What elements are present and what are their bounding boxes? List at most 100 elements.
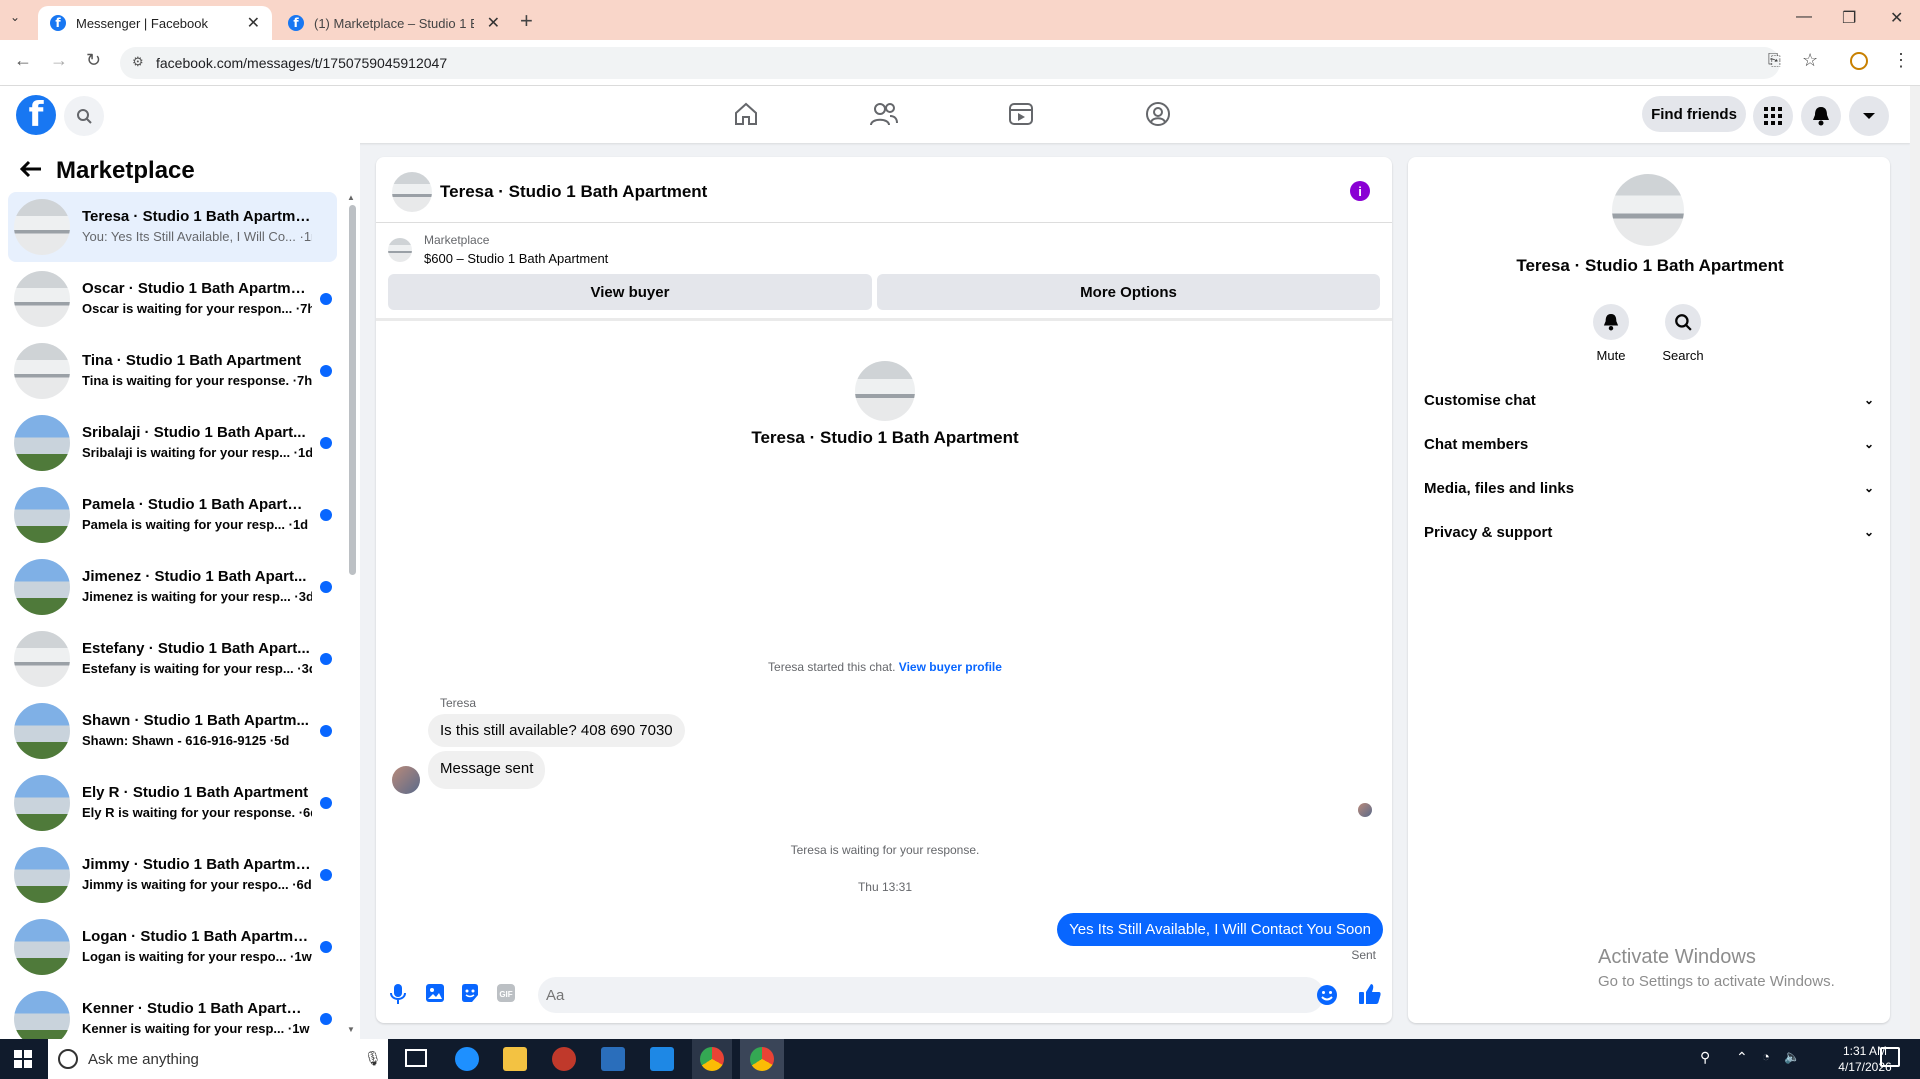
page-scrollbar[interactable] xyxy=(1910,86,1920,1039)
chat-members-section[interactable]: Chat members ⌄ xyxy=(1424,430,1874,458)
microphone-icon[interactable]: 🎙 xyxy=(364,1050,382,1067)
address-bar[interactable]: ⚙ facebook.com/messages/t/17507590459120… xyxy=(120,47,1780,79)
voice-clip-button[interactable] xyxy=(389,983,407,1005)
scroll-down-icon[interactable]: ▼ xyxy=(347,1025,355,1034)
scroll-up-icon[interactable]: ▲ xyxy=(347,193,355,202)
facebook-search-button[interactable] xyxy=(64,96,104,136)
tab-title: (1) Marketplace – Studio 1 Bath xyxy=(314,15,474,31)
outgoing-message[interactable]: Yes Its Still Available, I Will Contact … xyxy=(1057,913,1383,946)
listing-title[interactable]: $600 – Studio 1 Bath Apartment xyxy=(424,251,608,266)
menu-button[interactable] xyxy=(1753,96,1793,136)
profile-icon[interactable] xyxy=(1850,52,1868,70)
menu-kebab-icon[interactable]: ⋮ xyxy=(1892,50,1910,71)
watermark-line2: Go to Settings to activate Windows. xyxy=(1598,973,1835,990)
conversation-item[interactable]: Ely R · Studio 1 Bath Apartment Ely R is … xyxy=(8,768,337,838)
sender-avatar[interactable] xyxy=(392,766,420,794)
conversation-name: Jimenez · Studio 1 Bath Apart... xyxy=(82,568,307,585)
network-icon[interactable]: ◔ xyxy=(1762,1049,1770,1064)
restore-button[interactable]: ❐ xyxy=(1842,8,1856,28)
minimize-button[interactable]: — xyxy=(1796,8,1812,26)
incoming-message[interactable]: Is this still available? 408 690 7030 xyxy=(428,714,685,747)
chat-header-title[interactable]: Teresa · Studio 1 Bath Apartment xyxy=(440,182,707,202)
bookmark-star-icon[interactable]: ☆ xyxy=(1802,50,1818,71)
customise-chat-section[interactable]: Customise chat ⌄ xyxy=(1424,386,1874,414)
search-in-conversation-button[interactable]: Search xyxy=(1653,304,1713,363)
media-files-links-section[interactable]: Media, files and links ⌄ xyxy=(1424,474,1874,502)
action-center-icon[interactable] xyxy=(1880,1047,1900,1067)
notifications-button[interactable] xyxy=(1801,96,1841,136)
privacy-support-section[interactable]: Privacy & support ⌄ xyxy=(1424,518,1874,546)
unread-dot xyxy=(320,653,332,665)
edge-icon[interactable] xyxy=(455,1047,479,1071)
conversation-item[interactable]: Teresa · Studio 1 Bath Apartment You: Yes… xyxy=(8,192,337,262)
conversation-avatar xyxy=(14,199,70,255)
info-icon[interactable]: i xyxy=(1350,181,1370,201)
file-explorer-icon[interactable] xyxy=(503,1047,527,1071)
tab-list-icon[interactable]: ⌄ xyxy=(10,10,20,24)
find-friends-button[interactable]: Find friends xyxy=(1642,96,1746,132)
microphone-icon xyxy=(390,984,406,1004)
conversation-item[interactable]: Jimmy · Studio 1 Bath Apartme... Jimmy is… xyxy=(8,840,337,910)
tab-messenger[interactable]: f Messenger | Facebook ✕ xyxy=(38,6,272,40)
task-view-icon[interactable] xyxy=(405,1049,427,1067)
forward-icon[interactable]: → xyxy=(50,50,68,71)
left-scrollbar[interactable] xyxy=(349,205,356,575)
message-composer[interactable] xyxy=(538,977,1337,1013)
conversation-item[interactable]: Oscar · Studio 1 Bath Apartment Oscar is … xyxy=(8,264,337,334)
contact-avatar[interactable] xyxy=(855,361,915,421)
details-avatar[interactable] xyxy=(1612,174,1684,246)
like-button[interactable] xyxy=(1358,982,1382,1006)
mute-button[interactable]: Mute xyxy=(1581,304,1641,363)
taskbar-chrome-2[interactable] xyxy=(740,1039,784,1079)
new-tab-button[interactable]: + xyxy=(520,8,533,34)
close-tab-icon[interactable]: ✕ xyxy=(247,13,260,33)
view-buyer-profile-link[interactable]: View buyer profile xyxy=(899,660,1002,674)
chevron-down-icon: ⌄ xyxy=(1863,481,1874,495)
taskbar-chrome-1[interactable] xyxy=(692,1039,732,1079)
volume-icon[interactable]: 🔈 xyxy=(1784,1049,1800,1065)
nav-home[interactable] xyxy=(733,101,759,127)
nav-friends[interactable] xyxy=(870,101,898,127)
conversation-text: Oscar · Studio 1 Bath Apartment Oscar is … xyxy=(82,279,312,319)
back-arrow-button[interactable] xyxy=(20,160,42,178)
conversation-item[interactable]: Logan · Studio 1 Bath Apartment Logan is … xyxy=(8,912,337,982)
emoji-button[interactable] xyxy=(1316,984,1338,1006)
site-info-icon[interactable]: ⚙ xyxy=(132,54,144,70)
conversation-item[interactable]: Tina · Studio 1 Bath Apartment Tina is wa… xyxy=(8,336,337,406)
nav-groups[interactable] xyxy=(1145,101,1171,127)
conversation-text: Jimmy · Studio 1 Bath Apartme... Jimmy is… xyxy=(82,855,312,895)
conversation-item[interactable]: Shawn · Studio 1 Bath Apartm... Shawn: Sh… xyxy=(8,696,337,766)
account-button[interactable] xyxy=(1849,96,1889,136)
taskbar-search-box[interactable]: Ask me anything 🎙 xyxy=(48,1039,388,1079)
store-icon[interactable] xyxy=(601,1047,625,1071)
conversation-item[interactable]: Estefany · Studio 1 Bath Apart... Estefan… xyxy=(8,624,337,694)
people-icon[interactable]: ⚲ xyxy=(1700,1049,1710,1066)
view-buyer-button[interactable]: View buyer xyxy=(388,274,872,310)
nav-video[interactable] xyxy=(1008,101,1034,127)
conversation-item[interactable]: Jimenez · Studio 1 Bath Apart... Jimenez … xyxy=(8,552,337,622)
more-options-button[interactable]: More Options xyxy=(877,274,1380,310)
close-tab-icon[interactable]: ✕ xyxy=(487,13,500,33)
tab-marketplace[interactable]: f (1) Marketplace – Studio 1 Bath ✕ xyxy=(276,6,512,40)
sticker-button[interactable] xyxy=(460,983,480,1003)
unread-dot xyxy=(320,869,332,881)
reload-icon[interactable]: ↻ xyxy=(86,50,101,71)
close-window-button[interactable]: ✕ xyxy=(1890,8,1903,28)
conversation-name: Sribalaji · Studio 1 Bath Apart... xyxy=(82,424,306,441)
conversation-item[interactable]: Sribalaji · Studio 1 Bath Apart... Sribal… xyxy=(8,408,337,478)
incoming-message[interactable]: Message sent xyxy=(428,751,546,789)
start-button[interactable] xyxy=(14,1050,32,1068)
conversation-item[interactable]: Pamela · Studio 1 Bath Apartm... Pamela i… xyxy=(8,480,337,550)
mail-icon[interactable] xyxy=(650,1047,674,1071)
attach-photo-button[interactable] xyxy=(425,983,445,1003)
app-icon[interactable] xyxy=(552,1047,576,1071)
back-icon[interactable]: ← xyxy=(14,50,32,71)
facebook-logo[interactable]: f xyxy=(16,95,56,135)
show-hidden-icons[interactable]: ⌃ xyxy=(1736,1049,1748,1066)
conversation-snippet: Sribalaji is waiting for your resp... ·1… xyxy=(82,445,312,460)
conversation-name: Logan · Studio 1 Bath Apartment xyxy=(82,928,312,945)
chat-header-avatar[interactable] xyxy=(392,172,432,212)
install-app-icon[interactable]: ⎘ xyxy=(1768,52,1781,70)
gif-button[interactable]: GIF xyxy=(496,983,516,1003)
message-input[interactable] xyxy=(546,986,1226,1004)
